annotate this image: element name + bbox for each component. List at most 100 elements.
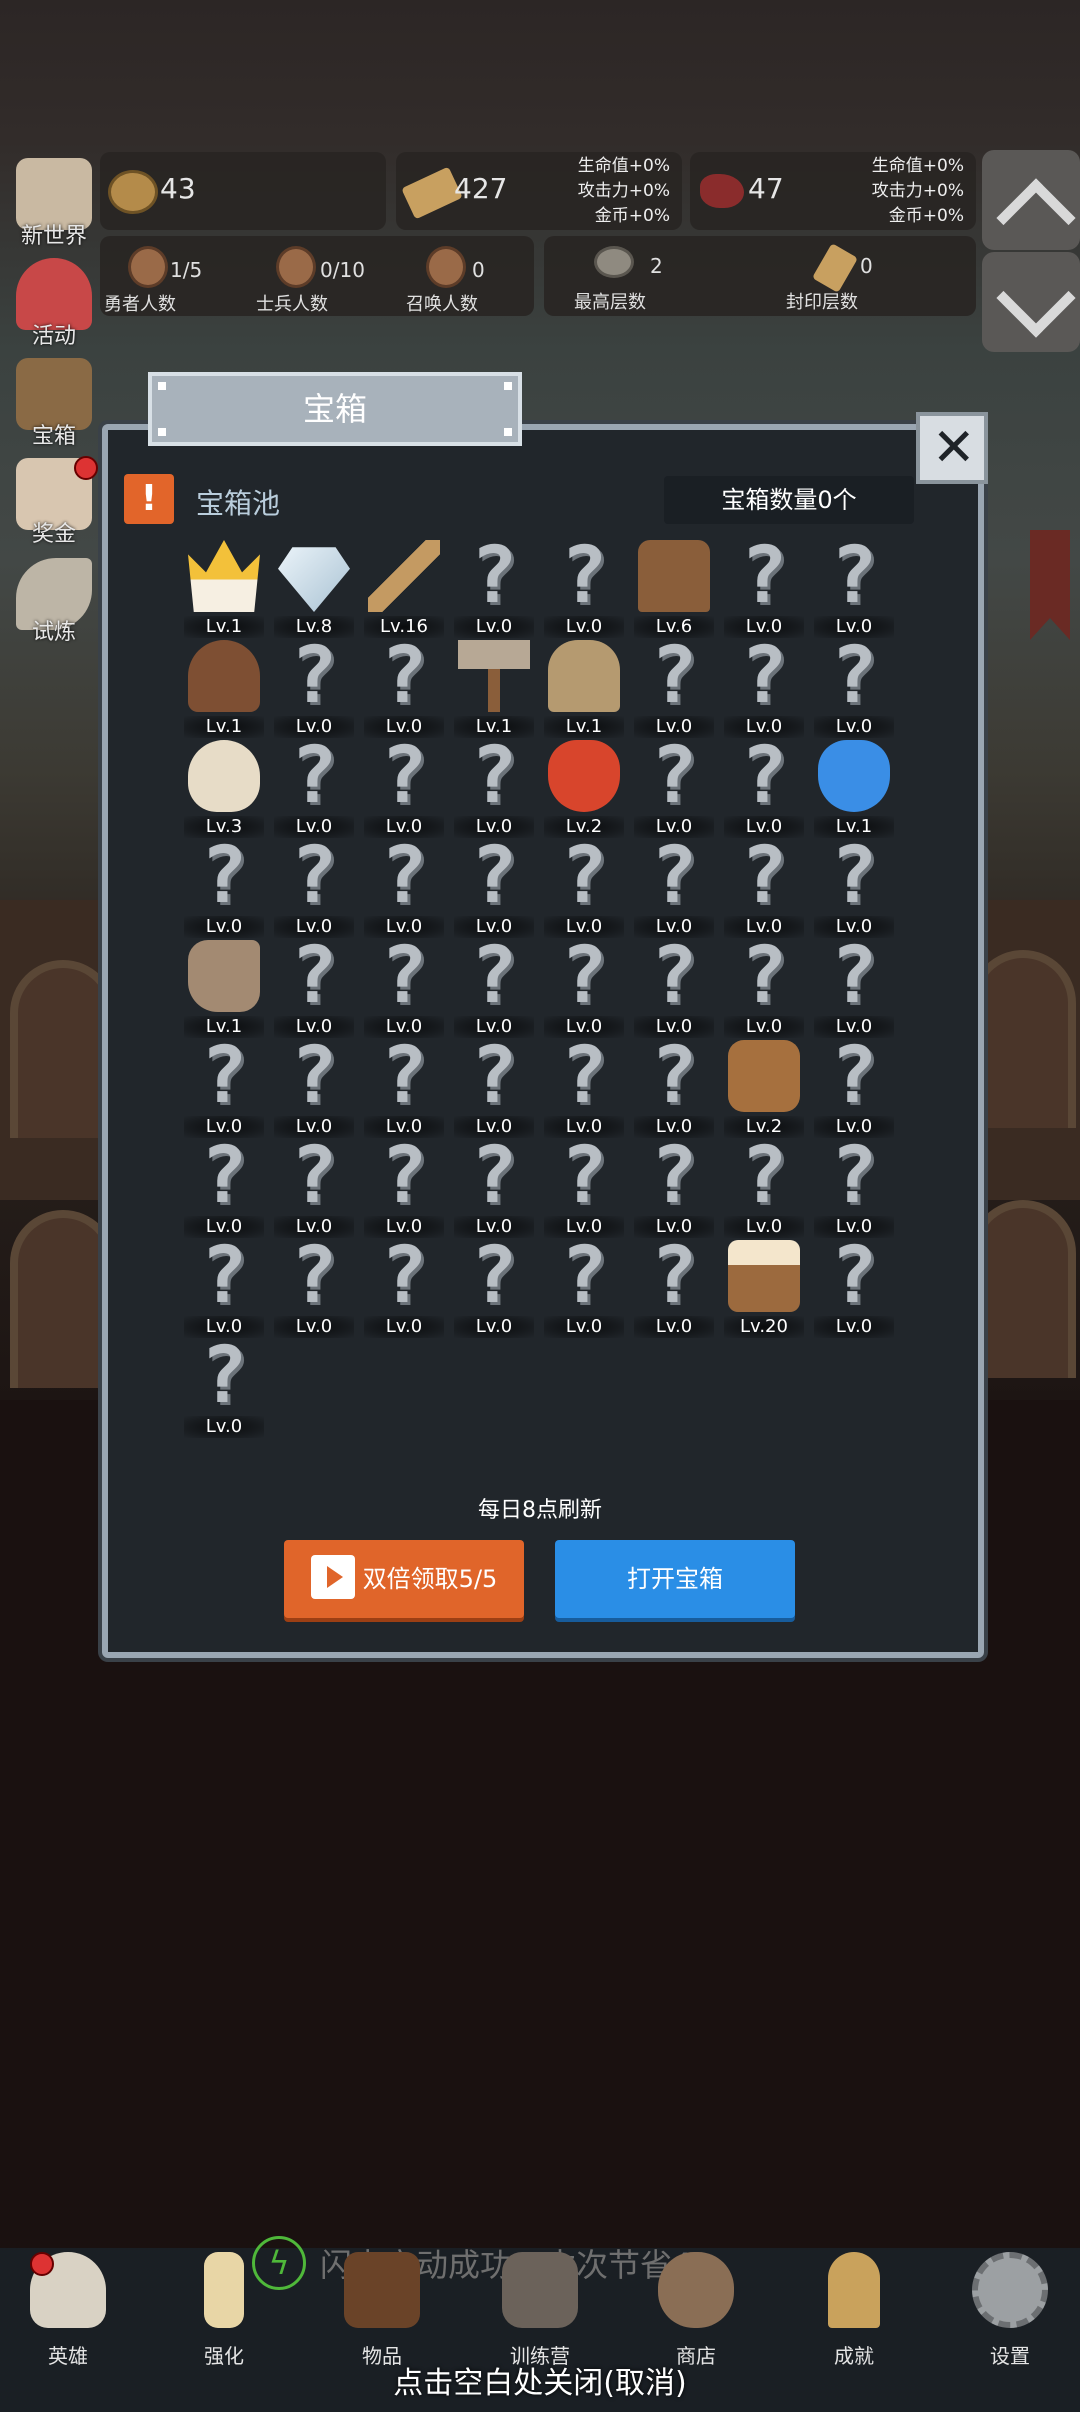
- item-slot[interactable]: ? Lv.0: [184, 1137, 264, 1238]
- item-slot[interactable]: Lv.2: [724, 1040, 804, 1138]
- unknown-icon: ?: [200, 1231, 248, 1321]
- item-slot[interactable]: ? Lv.0: [544, 1131, 624, 1238]
- armor-icon: [638, 540, 710, 612]
- item-slot[interactable]: ? Lv.0: [634, 1137, 714, 1238]
- item-slot[interactable]: ? Lv.0: [634, 731, 714, 838]
- item-slot[interactable]: ? Lv.0: [454, 1037, 534, 1138]
- item-slot[interactable]: ? Lv.0: [814, 831, 894, 938]
- backpack-icon: [728, 1040, 800, 1112]
- item-slot[interactable]: Lv.16: [364, 540, 444, 638]
- item-slot[interactable]: Lv.20: [724, 1240, 804, 1338]
- side-menu-chest[interactable]: 宝箱: [4, 352, 100, 449]
- item-slot[interactable]: Lv.1: [184, 540, 264, 638]
- side-menu-new-world[interactable]: 新世界: [4, 152, 100, 249]
- item-slot[interactable]: ? Lv.0: [724, 837, 804, 938]
- video-play-icon: [310, 1555, 355, 1599]
- scroll-up-button[interactable]: [982, 150, 1080, 258]
- item-slot[interactable]: ? Lv.0: [814, 1037, 894, 1138]
- item-slot[interactable]: ? Lv.0: [454, 1137, 534, 1238]
- item-slot[interactable]: ? Lv.0: [634, 1037, 714, 1138]
- item-slot[interactable]: ? Lv.0: [274, 1037, 354, 1138]
- tab-achievement[interactable]: 成就: [794, 2252, 914, 2368]
- item-slot[interactable]: ? Lv.0: [724, 537, 804, 638]
- item-slot[interactable]: ? Lv.0: [454, 937, 534, 1038]
- unknown-icon: ?: [560, 1131, 608, 1221]
- close-hint[interactable]: 点击空白处关闭(取消): [0, 2358, 1080, 2402]
- item-slot[interactable]: ? Lv.0: [184, 1031, 264, 1138]
- side-menu-activity[interactable]: 活动: [4, 252, 100, 349]
- double-claim-button[interactable]: 双倍领取5/5: [284, 1540, 524, 1618]
- item-slot[interactable]: ? Lv.0: [544, 537, 624, 638]
- item-slot[interactable]: ? Lv.0: [634, 637, 714, 738]
- candle-icon: [204, 2252, 244, 2328]
- item-slot[interactable]: ? Lv.0: [724, 1137, 804, 1238]
- item-slot[interactable]: ? Lv.0: [364, 737, 444, 838]
- item-slot[interactable]: ? Lv.0: [544, 1231, 624, 1338]
- item-slot[interactable]: ? Lv.0: [814, 1137, 894, 1238]
- item-slot[interactable]: ? Lv.0: [544, 1037, 624, 1138]
- item-slot[interactable]: ? Lv.0: [364, 1037, 444, 1138]
- unknown-icon: ?: [560, 931, 608, 1021]
- unknown-icon: ?: [560, 1231, 608, 1321]
- item-slot[interactable]: Lv.8: [274, 540, 354, 638]
- item-slot[interactable]: ? Lv.0: [184, 837, 264, 938]
- item-slot[interactable]: Lv.1: [184, 940, 264, 1038]
- item-slot[interactable]: ? Lv.0: [274, 737, 354, 838]
- tab-settings[interactable]: 设置: [950, 2252, 1070, 2368]
- side-menu-bonus[interactable]: 奖金: [4, 452, 100, 548]
- tab-items[interactable]: 物品: [322, 2252, 442, 2368]
- item-slot[interactable]: ? Lv.0: [364, 637, 444, 738]
- knight-helmet-icon: [548, 640, 620, 712]
- item-slot[interactable]: ? Lv.0: [274, 837, 354, 938]
- item-slot[interactable]: ? Lv.0: [454, 837, 534, 938]
- item-slot[interactable]: ? Lv.0: [454, 537, 534, 638]
- item-slot[interactable]: ? Lv.0: [634, 937, 714, 1038]
- unknown-icon: ?: [650, 731, 698, 821]
- item-slot[interactable]: ? Lv.0: [634, 1237, 714, 1338]
- tab-training[interactable]: 训练营: [480, 2252, 600, 2368]
- item-slot[interactable]: ? Lv.0: [274, 637, 354, 738]
- item-slot[interactable]: ? Lv.0: [724, 737, 804, 838]
- rivet: [158, 382, 166, 390]
- item-slot[interactable]: ? Lv.0: [724, 637, 804, 738]
- item-slot[interactable]: ? Lv.0: [634, 837, 714, 938]
- unknown-icon: ?: [830, 831, 878, 921]
- item-slot[interactable]: ? Lv.0: [814, 937, 894, 1038]
- meat-bonus: 生命值+0% 攻击力+0% 金币+0%: [830, 154, 964, 229]
- item-slot[interactable]: ? Lv.0: [184, 1231, 264, 1338]
- item-slot[interactable]: ? Lv.0: [274, 937, 354, 1038]
- tab-shop[interactable]: 商店: [636, 2252, 756, 2368]
- item-slot[interactable]: Lv.3: [184, 740, 264, 838]
- tab-hero[interactable]: 英雄: [8, 2252, 128, 2368]
- item-slot[interactable]: ? Lv.0: [274, 1237, 354, 1338]
- close-button[interactable]: ✕: [916, 412, 988, 484]
- side-menu-trial[interactable]: 试炼: [4, 552, 100, 648]
- item-slot[interactable]: ? Lv.0: [364, 1237, 444, 1338]
- item-slot[interactable]: ? Lv.0: [274, 1137, 354, 1238]
- item-slot[interactable]: ? Lv.0: [544, 837, 624, 938]
- item-slot[interactable]: ? Lv.0: [814, 1237, 894, 1338]
- unknown-icon: ?: [200, 1031, 248, 1121]
- tab-upgrade[interactable]: 强化: [164, 2252, 284, 2368]
- item-slot[interactable]: ? Lv.0: [184, 1337, 264, 1438]
- rivet: [504, 428, 512, 436]
- item-slot[interactable]: ? Lv.0: [364, 837, 444, 938]
- item-slot[interactable]: Lv.2: [544, 740, 624, 838]
- item-slot[interactable]: Lv.1: [544, 640, 624, 738]
- item-slot[interactable]: ? Lv.0: [814, 537, 894, 638]
- scroll-down-button[interactable]: [982, 252, 1080, 352]
- chest-count: 宝箱数量0个: [664, 476, 914, 524]
- item-slot[interactable]: ? Lv.0: [364, 1137, 444, 1238]
- item-slot[interactable]: ? Lv.0: [454, 737, 534, 838]
- item-slot[interactable]: ? Lv.0: [724, 937, 804, 1038]
- hammer-icon: [458, 640, 530, 712]
- item-slot[interactable]: ? Lv.0: [544, 931, 624, 1038]
- item-slot[interactable]: Lv.6: [634, 540, 714, 638]
- item-slot[interactable]: Lv.1: [454, 640, 534, 738]
- item-slot[interactable]: ? Lv.0: [454, 1237, 534, 1338]
- item-slot[interactable]: ? Lv.0: [364, 937, 444, 1038]
- open-chest-button[interactable]: 打开宝箱: [555, 1540, 795, 1618]
- item-slot[interactable]: Lv.1: [814, 740, 894, 838]
- item-slot[interactable]: Lv.1: [184, 640, 264, 738]
- item-slot[interactable]: ? Lv.0: [814, 637, 894, 738]
